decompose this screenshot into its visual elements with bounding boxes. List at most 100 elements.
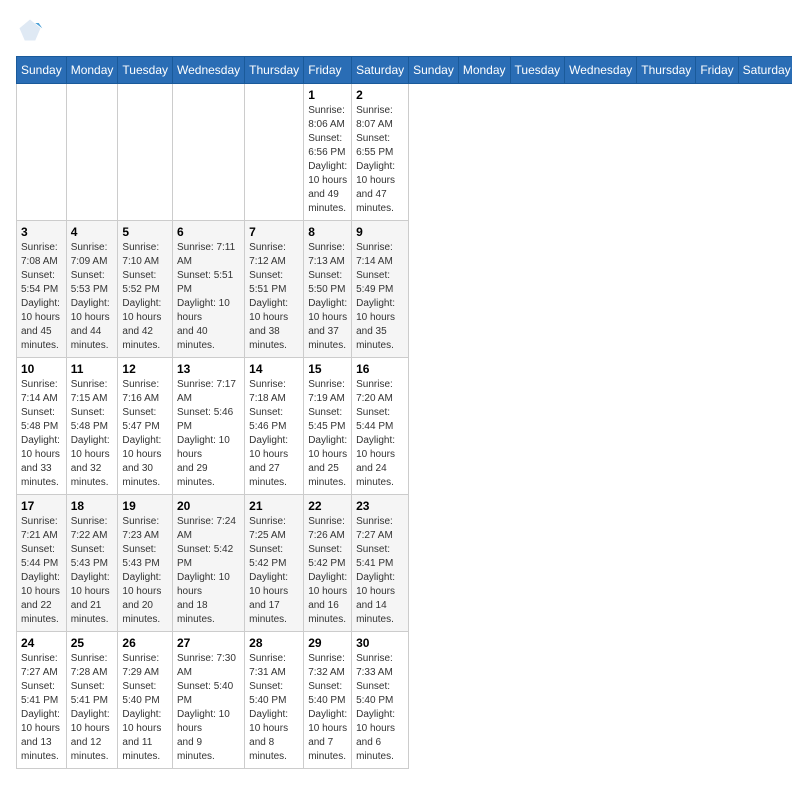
day-info: Sunrise: 7:15 AM Sunset: 5:48 PM Dayligh… (71, 378, 114, 490)
calendar-cell: 27 Sunrise: 7:30 AM Sunset: 5:40 PM Dayli… (173, 632, 245, 769)
day-number: 3 (21, 225, 62, 239)
day-number: 21 (249, 499, 299, 513)
day-info: Sunrise: 7:26 AM Sunset: 5:42 PM Dayligh… (308, 515, 347, 627)
day-info: Sunrise: 7:18 AM Sunset: 5:46 PM Dayligh… (249, 378, 299, 490)
calendar-cell: 2 Sunrise: 8:07 AM Sunset: 6:55 PM Daylig… (352, 84, 409, 221)
calendar-cell: 20 Sunrise: 7:24 AM Sunset: 5:42 PM Dayli… (173, 495, 245, 632)
day-number: 17 (21, 499, 62, 513)
calendar-week-row: 3Sunrise: 7:08 AM Sunset: 5:54 PM Daylig… (17, 221, 792, 358)
day-number: 12 (122, 362, 168, 376)
col-header-tuesday: Tuesday (118, 57, 173, 84)
calendar-cell: 22 Sunrise: 7:26 AM Sunset: 5:42 PM Dayli… (304, 495, 352, 632)
day-number: 24 (21, 636, 62, 650)
calendar-week-row: 10 Sunrise: 7:14 AM Sunset: 5:48 PM Dayli… (17, 358, 792, 495)
day-number: 29 (308, 636, 347, 650)
calendar-cell: 9Sunrise: 7:14 AM Sunset: 5:49 PM Daylig… (352, 221, 409, 358)
day-number: 18 (71, 499, 114, 513)
calendar-cell: 15 Sunrise: 7:19 AM Sunset: 5:45 PM Dayli… (304, 358, 352, 495)
day-number: 23 (356, 499, 404, 513)
calendar-cell: 25 Sunrise: 7:28 AM Sunset: 5:41 PM Dayli… (66, 632, 118, 769)
day-info: Sunrise: 7:14 AM Sunset: 5:48 PM Dayligh… (21, 378, 62, 490)
day-info: Sunrise: 7:14 AM Sunset: 5:49 PM Dayligh… (356, 241, 404, 353)
calendar-cell: 8 Sunrise: 7:13 AM Sunset: 5:50 PM Daylig… (304, 221, 352, 358)
calendar-cell: 14Sunrise: 7:18 AM Sunset: 5:46 PM Dayli… (245, 358, 304, 495)
calendar-cell: 13 Sunrise: 7:17 AM Sunset: 5:46 PM Dayli… (173, 358, 245, 495)
calendar-week-row: 24 Sunrise: 7:27 AM Sunset: 5:41 PM Dayli… (17, 632, 792, 769)
day-info: Sunrise: 7:25 AM Sunset: 5:42 PM Dayligh… (249, 515, 299, 627)
day-info: Sunrise: 7:24 AM Sunset: 5:42 PM Dayligh… (177, 515, 240, 627)
day-info: Sunrise: 7:27 AM Sunset: 5:41 PM Dayligh… (21, 652, 62, 764)
calendar-cell (17, 84, 67, 221)
col-header-friday: Friday (696, 57, 738, 84)
day-number: 27 (177, 636, 240, 650)
col-header-monday: Monday (458, 57, 510, 84)
day-number: 8 (308, 225, 347, 239)
col-header-sunday: Sunday (17, 57, 67, 84)
day-number: 11 (71, 362, 114, 376)
col-header-saturday: Saturday (738, 57, 792, 84)
day-info: Sunrise: 7:29 AM Sunset: 5:40 PM Dayligh… (122, 652, 168, 764)
calendar-cell (245, 84, 304, 221)
calendar-cell: 6Sunrise: 7:11 AM Sunset: 5:51 PM Daylig… (173, 221, 245, 358)
calendar-cell: 5Sunrise: 7:10 AM Sunset: 5:52 PM Daylig… (118, 221, 173, 358)
calendar-cell: 29 Sunrise: 7:32 AM Sunset: 5:40 PM Dayli… (304, 632, 352, 769)
day-info: Sunrise: 7:23 AM Sunset: 5:43 PM Dayligh… (122, 515, 168, 627)
day-info: Sunrise: 7:27 AM Sunset: 5:41 PM Dayligh… (356, 515, 404, 627)
logo-icon (16, 16, 44, 44)
col-header-thursday: Thursday (637, 57, 696, 84)
day-number: 26 (122, 636, 168, 650)
calendar-cell (118, 84, 173, 221)
calendar-cell: 19 Sunrise: 7:23 AM Sunset: 5:43 PM Dayli… (118, 495, 173, 632)
day-number: 25 (71, 636, 114, 650)
calendar-week-row: 1Sunrise: 8:06 AM Sunset: 6:56 PM Daylig… (17, 84, 792, 221)
col-header-wednesday: Wednesday (565, 57, 637, 84)
col-header-monday: Monday (66, 57, 118, 84)
col-header-tuesday: Tuesday (510, 57, 565, 84)
day-number: 6 (177, 225, 240, 239)
calendar-cell: 23 Sunrise: 7:27 AM Sunset: 5:41 PM Dayli… (352, 495, 409, 632)
calendar-header-row: SundayMondayTuesdayWednesdayThursdayFrid… (17, 57, 792, 84)
day-number: 2 (356, 88, 404, 102)
page-header (16, 16, 776, 44)
day-info: Sunrise: 7:09 AM Sunset: 5:53 PM Dayligh… (71, 241, 114, 353)
calendar-cell: 28Sunrise: 7:31 AM Sunset: 5:40 PM Dayli… (245, 632, 304, 769)
day-number: 7 (249, 225, 299, 239)
day-info: Sunrise: 7:17 AM Sunset: 5:46 PM Dayligh… (177, 378, 240, 490)
logo (16, 16, 48, 44)
day-number: 22 (308, 499, 347, 513)
day-info: Sunrise: 7:31 AM Sunset: 5:40 PM Dayligh… (249, 652, 299, 764)
day-info: Sunrise: 8:07 AM Sunset: 6:55 PM Dayligh… (356, 104, 404, 216)
col-header-friday: Friday (304, 57, 352, 84)
day-number: 30 (356, 636, 404, 650)
day-info: Sunrise: 7:33 AM Sunset: 5:40 PM Dayligh… (356, 652, 404, 764)
calendar-cell (66, 84, 118, 221)
day-number: 16 (356, 362, 404, 376)
calendar-cell: 4Sunrise: 7:09 AM Sunset: 5:53 PM Daylig… (66, 221, 118, 358)
calendar-cell: 16Sunrise: 7:20 AM Sunset: 5:44 PM Dayli… (352, 358, 409, 495)
day-info: Sunrise: 7:32 AM Sunset: 5:40 PM Dayligh… (308, 652, 347, 764)
calendar-cell: 26 Sunrise: 7:29 AM Sunset: 5:40 PM Dayli… (118, 632, 173, 769)
day-info: Sunrise: 7:21 AM Sunset: 5:44 PM Dayligh… (21, 515, 62, 627)
calendar-cell: 7Sunrise: 7:12 AM Sunset: 5:51 PM Daylig… (245, 221, 304, 358)
day-number: 20 (177, 499, 240, 513)
day-number: 1 (308, 88, 347, 102)
col-header-saturday: Saturday (352, 57, 409, 84)
day-number: 15 (308, 362, 347, 376)
calendar-cell (173, 84, 245, 221)
calendar-cell: 3Sunrise: 7:08 AM Sunset: 5:54 PM Daylig… (17, 221, 67, 358)
calendar-cell: 10 Sunrise: 7:14 AM Sunset: 5:48 PM Dayli… (17, 358, 67, 495)
day-number: 13 (177, 362, 240, 376)
day-number: 10 (21, 362, 62, 376)
day-info: Sunrise: 7:16 AM Sunset: 5:47 PM Dayligh… (122, 378, 168, 490)
calendar-table: SundayMondayTuesdayWednesdayThursdayFrid… (16, 56, 792, 769)
col-header-wednesday: Wednesday (173, 57, 245, 84)
day-info: Sunrise: 7:19 AM Sunset: 5:45 PM Dayligh… (308, 378, 347, 490)
day-number: 19 (122, 499, 168, 513)
calendar-cell: 30 Sunrise: 7:33 AM Sunset: 5:40 PM Dayli… (352, 632, 409, 769)
day-info: Sunrise: 7:28 AM Sunset: 5:41 PM Dayligh… (71, 652, 114, 764)
day-info: Sunrise: 7:30 AM Sunset: 5:40 PM Dayligh… (177, 652, 240, 764)
calendar-cell: 24 Sunrise: 7:27 AM Sunset: 5:41 PM Dayli… (17, 632, 67, 769)
day-info: Sunrise: 7:13 AM Sunset: 5:50 PM Dayligh… (308, 241, 347, 353)
calendar-cell: 17 Sunrise: 7:21 AM Sunset: 5:44 PM Dayli… (17, 495, 67, 632)
calendar-cell: 12 Sunrise: 7:16 AM Sunset: 5:47 PM Dayli… (118, 358, 173, 495)
